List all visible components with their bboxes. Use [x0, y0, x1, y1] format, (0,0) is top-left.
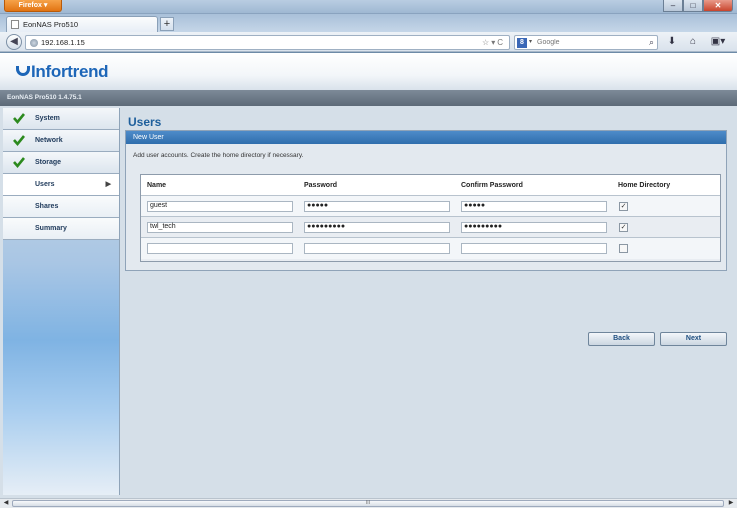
wizard-sidebar: System Network Storage Users ▶ Shares Su…	[3, 108, 120, 495]
table-row: guest ●●●●● ●●●●● ✓	[141, 196, 720, 217]
close-button[interactable]: ✕	[703, 0, 733, 12]
sidebar-item-label: Users	[35, 181, 55, 188]
version-bar: EonNAS Pro510 1.4.75.1	[0, 90, 737, 106]
window-controls: – □ ✕	[663, 0, 733, 12]
web-page: Infortrend EonNAS Pro510 1.4.75.1 System…	[0, 53, 737, 498]
name-field[interactable]	[147, 243, 293, 254]
confirm-password-field[interactable]	[461, 243, 607, 254]
next-button[interactable]: Next	[660, 332, 727, 346]
url-bar[interactable]: 192.168.1.15 ☆▾C	[25, 35, 510, 50]
download-icon[interactable]: ⬇	[664, 34, 680, 50]
main-content: Users New User Add user accounts. Create…	[122, 108, 734, 495]
confirm-password-field[interactable]: ●●●●●	[461, 201, 607, 212]
column-header-home-directory: Home Directory	[618, 182, 671, 189]
google-icon[interactable]: 8	[517, 38, 527, 48]
check-icon	[13, 135, 25, 146]
sidebar-item-label: Shares	[35, 203, 59, 210]
back-arrow-icon[interactable]: ◀	[6, 34, 22, 50]
panel-title: New User	[126, 131, 726, 144]
menu-icon[interactable]: ▣▾	[706, 34, 730, 50]
check-icon	[13, 157, 25, 168]
bookmark-star-icon[interactable]: ☆▾C	[482, 36, 505, 49]
sidebar-item-users[interactable]: Users ▶	[3, 174, 119, 196]
scroll-right-icon[interactable]: ▶	[726, 499, 736, 508]
tab-strip: EonNAS Pro510 +	[0, 14, 737, 32]
password-field[interactable]: ●●●●●●●●●	[304, 222, 450, 233]
arrow-right-icon: ▶	[105, 181, 111, 188]
sidebar-item-storage[interactable]: Storage	[3, 152, 119, 174]
scrollbar-thumb[interactable]: III	[12, 500, 724, 507]
minimize-button[interactable]: –	[663, 0, 683, 12]
navigation-toolbar: ◀ 192.168.1.15 ☆▾C 8 ▾ ⌕ ⬇ ⌂ ▣▾	[0, 32, 737, 52]
search-input[interactable]	[537, 37, 637, 48]
confirm-password-field[interactable]: ●●●●●●●●●	[461, 222, 607, 233]
password-field[interactable]: ●●●●●	[304, 201, 450, 212]
sidebar-item-label: Storage	[35, 159, 62, 166]
check-icon	[13, 113, 25, 124]
home-directory-checkbox[interactable]: ✓	[619, 223, 628, 232]
logo-arc-icon	[16, 66, 30, 76]
back-button[interactable]: Back	[588, 332, 655, 346]
page-icon	[11, 20, 19, 29]
sidebar-item-summary[interactable]: Summary	[3, 218, 119, 240]
new-tab-button[interactable]: +	[160, 17, 174, 31]
maximize-button[interactable]: □	[683, 0, 703, 12]
tab-title: EonNAS Pro510	[23, 20, 79, 29]
new-user-panel: New User Add user accounts. Create the h…	[125, 130, 727, 271]
sidebar-item-network[interactable]: Network	[3, 130, 119, 152]
home-icon[interactable]: ⌂	[685, 34, 701, 50]
globe-icon	[30, 39, 38, 47]
column-header-password: Password	[304, 182, 338, 189]
user-table: Name Password Confirm Password Home Dire…	[140, 174, 721, 262]
panel-description: Add user accounts. Create the home direc…	[133, 152, 304, 159]
column-header-confirm-password: Confirm Password	[461, 182, 523, 189]
sidebar-item-label: Network	[35, 137, 63, 144]
horizontal-scrollbar[interactable]: ◀ III ▶	[0, 498, 737, 508]
sidebar-item-label: System	[35, 115, 60, 122]
browser-tab-active[interactable]: EonNAS Pro510	[6, 16, 158, 32]
scrollbar-grip: III	[365, 500, 371, 506]
firefox-menu-label: Firefox	[18, 2, 42, 9]
scroll-left-icon[interactable]: ◀	[1, 499, 11, 508]
home-directory-checkbox[interactable]: ✓	[619, 202, 628, 211]
firefox-menu-button[interactable]: Firefox ▾	[4, 0, 62, 12]
password-field[interactable]	[304, 243, 450, 254]
search-icon[interactable]: ⌕	[649, 36, 654, 49]
infortrend-logo: Infortrend	[16, 62, 109, 82]
sidebar-item-label: Summary	[35, 225, 67, 232]
brand-header: Infortrend	[0, 53, 737, 90]
home-directory-checkbox[interactable]	[619, 244, 628, 253]
logo-text: Infortrend	[31, 62, 109, 81]
name-field[interactable]: twl_tech	[147, 222, 293, 233]
window-titlebar: Firefox ▾ – □ ✕	[0, 0, 737, 14]
sidebar-item-system[interactable]: System	[3, 108, 119, 130]
sidebar-item-shares[interactable]: Shares	[3, 196, 119, 218]
page-title: Users	[128, 115, 162, 129]
column-header-name: Name	[147, 182, 167, 189]
url-text: 192.168.1.15	[41, 38, 85, 47]
table-row: twl_tech ●●●●●●●●● ●●●●●●●●● ✓	[141, 217, 720, 238]
search-bar[interactable]: 8 ▾ ⌕	[514, 35, 658, 50]
name-field[interactable]: guest	[147, 201, 293, 212]
table-row	[141, 238, 720, 259]
chevron-down-icon[interactable]: ▾	[529, 36, 532, 49]
table-header: Name Password Confirm Password Home Dire…	[141, 175, 720, 196]
